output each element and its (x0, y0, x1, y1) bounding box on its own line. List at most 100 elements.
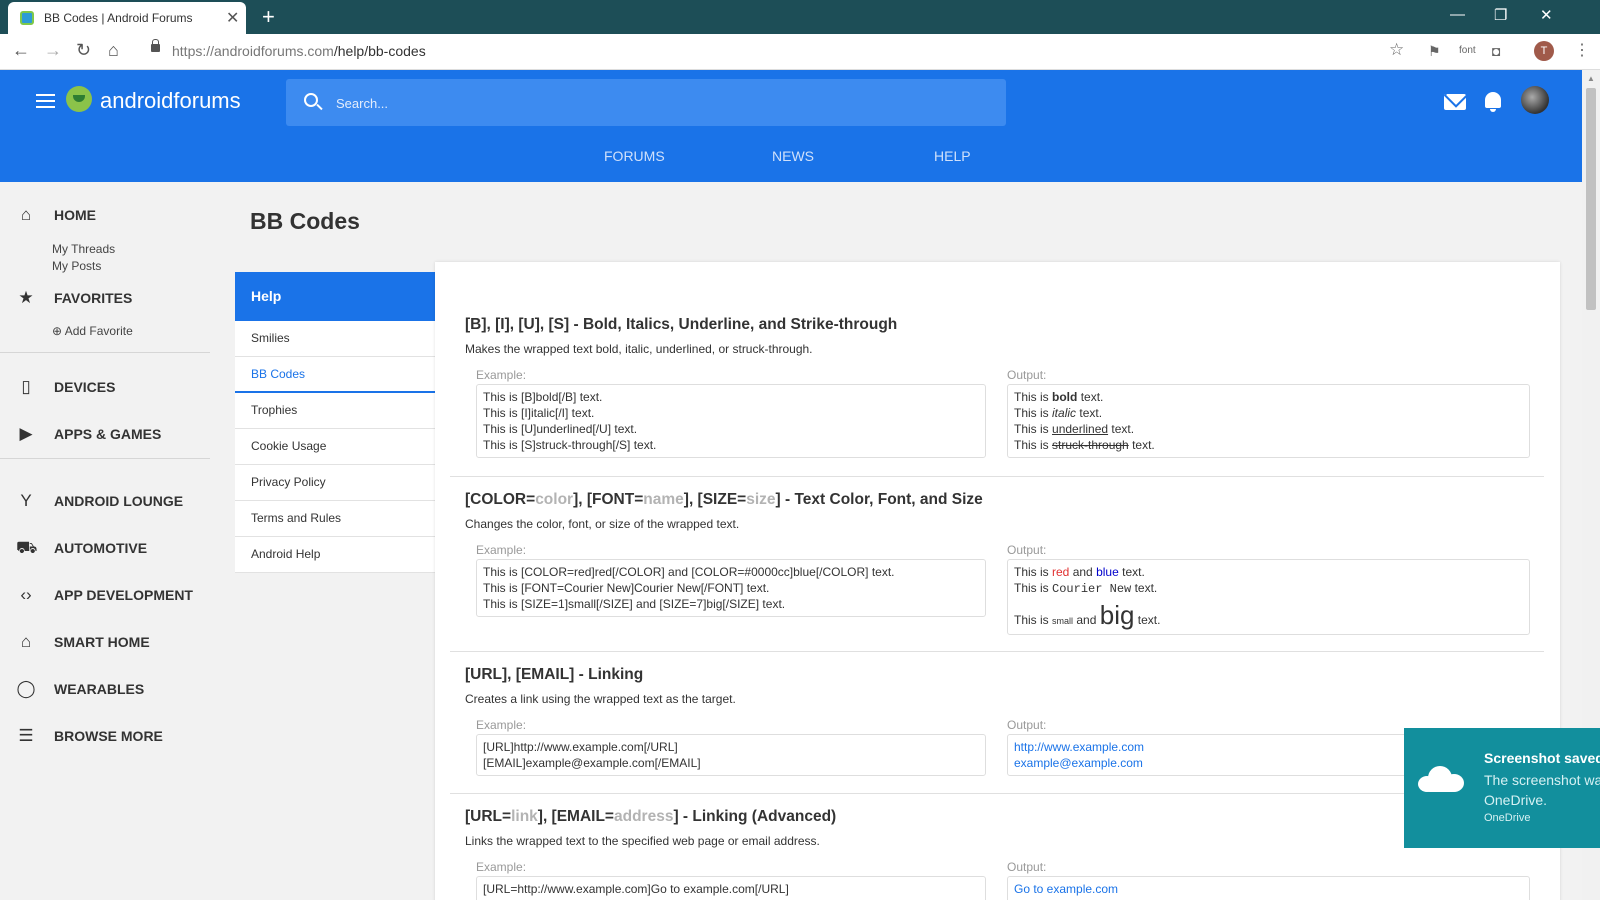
example-label: Example: (476, 860, 527, 874)
sidebar-item-android-lounge[interactable]: Y ANDROID LOUNGE (16, 489, 206, 513)
output-line: This is red and blue text. (1014, 565, 1145, 579)
example-label: Example: (476, 368, 527, 382)
bookmark-star-icon[interactable]: ☆ (1389, 40, 1404, 60)
output-line: This is bold text. (1014, 390, 1104, 404)
sidebar-item-wearables[interactable]: ◯ WEARABLES (16, 677, 206, 701)
sidebar-item-devices[interactable]: ▯ DEVICES (16, 375, 206, 399)
example-line: [URL]http://www.example.com[/URL] (483, 740, 678, 754)
nav-help[interactable]: HELP (934, 148, 971, 164)
close-window-icon[interactable]: ✕ (1540, 6, 1553, 24)
profile-avatar[interactable]: T (1534, 41, 1554, 61)
output-box: Go to example.com (1007, 876, 1530, 900)
output-link[interactable]: Go to example.com (1014, 881, 1523, 897)
help-nav-privacy-policy[interactable]: Privacy Policy (235, 465, 435, 501)
android-logo-icon[interactable] (66, 86, 92, 112)
reload-icon[interactable]: ↻ (76, 40, 91, 61)
sidebar-item-smart-home[interactable]: ⌂ SMART HOME (16, 630, 206, 654)
home-icon: ⌂ (20, 205, 32, 224)
list-icon: ☰ (18, 726, 34, 745)
search-input[interactable] (336, 92, 976, 114)
home-icon: ⌂ (20, 632, 32, 651)
url-field[interactable]: https://androidforums.com/help/bb-codes (172, 43, 426, 59)
section-description: Makes the wrapped text bold, italic, und… (465, 342, 813, 356)
example-line: This is [COLOR=red]red[/COLOR] and [COLO… (483, 565, 895, 579)
toast-app-name: OneDrive (1484, 812, 1531, 824)
close-tab-icon[interactable]: ✕ (226, 8, 239, 28)
sidebar-item-label: WEARABLES (54, 681, 145, 697)
star-icon: ★ (18, 288, 34, 307)
example-line: This is [SIZE=1]small[/SIZE] and [SIZE=7… (483, 597, 786, 611)
example-box[interactable]: [URL=http://www.example.com]Go to exampl… (476, 876, 986, 900)
sidebar-item-label: APP DEVELOPMENT (54, 587, 193, 603)
sidebar-my-posts[interactable]: My Posts (52, 259, 101, 273)
output-line: This is Courier New text. (1014, 581, 1158, 596)
output-label: Output: (1007, 718, 1047, 732)
page-title: BB Codes (250, 208, 360, 234)
sidebar-item-label: ANDROID LOUNGE (54, 493, 184, 509)
section-title: [B], [I], [U], [S] - Bold, Italics, Unde… (465, 316, 898, 333)
car-icon: ⛟ (16, 538, 38, 557)
sidebar-item-home[interactable]: ⌂ HOME (16, 203, 206, 227)
divider (0, 352, 210, 353)
output-box: This is red and blue text. This is Couri… (1007, 559, 1530, 635)
hamburger-menu-icon[interactable] (36, 94, 55, 108)
help-nav-trophies[interactable]: Trophies (235, 393, 435, 429)
site-logo[interactable]: androidforums (100, 88, 241, 114)
output-line: This is small and big text. (1014, 600, 1161, 630)
example-label: Example: (476, 718, 527, 732)
section-title: [URL=link], [EMAIL=address] - Linking (A… (465, 808, 837, 825)
example-line: This is [B]bold[/B] text. (483, 390, 603, 404)
sidebar-item-label: SMART HOME (54, 634, 150, 650)
help-nav-heading: Help (235, 272, 435, 321)
home-icon[interactable]: ⌂ (108, 40, 119, 61)
bb-section-basic: [B], [I], [U], [S] - Bold, Italics, Unde… (450, 262, 1544, 477)
output-line: This is italic text. (1014, 406, 1103, 420)
sidebar-my-threads[interactable]: My Threads (52, 242, 115, 256)
section-title: [URL], [EMAIL] - Linking (465, 666, 644, 683)
notifications-bell-icon[interactable] (1485, 92, 1501, 112)
extension-flag-icon[interactable]: ⚑ (1428, 43, 1441, 60)
new-tab-icon[interactable]: + (262, 4, 275, 30)
sidebar-item-favorites[interactable]: ★ FAVORITES (16, 286, 206, 310)
help-nav-terms-rules[interactable]: Terms and Rules (235, 501, 435, 537)
nav-forums[interactable]: FORUMS (604, 148, 665, 164)
sidebar-item-label: FAVORITES (54, 290, 133, 306)
back-icon[interactable]: ← (12, 40, 30, 61)
example-box[interactable]: This is [B]bold[/B] text. This is [I]ita… (476, 384, 986, 458)
minimize-icon[interactable]: — (1450, 6, 1465, 23)
bb-section-url-email: [URL], [EMAIL] - Linking Creates a link … (450, 652, 1544, 794)
example-box[interactable]: [URL]http://www.example.com[/URL] [EMAIL… (476, 734, 986, 776)
menu-kebab-icon[interactable]: ⋮ (1574, 40, 1590, 60)
extension-shield-icon[interactable]: ◘ (1492, 43, 1500, 59)
browser-tab[interactable]: BB Codes | Android Forums ✕ (8, 2, 246, 34)
restore-icon[interactable]: ❐ (1494, 6, 1507, 24)
nav-news[interactable]: NEWS (772, 148, 814, 164)
mail-icon[interactable] (1444, 94, 1466, 110)
help-nav-smilies[interactable]: Smilies (235, 321, 435, 357)
font-extension-icon[interactable]: font (1459, 45, 1476, 56)
tab-title: BB Codes | Android Forums (44, 11, 193, 25)
scroll-thumb[interactable] (1586, 88, 1596, 310)
cloud-icon (1418, 766, 1464, 792)
scroll-up-icon[interactable]: ▲ (1587, 74, 1595, 83)
help-nav-android-help[interactable]: Android Help (235, 537, 435, 573)
help-nav-cookie-usage[interactable]: Cookie Usage (235, 429, 435, 465)
toast-title: Screenshot saved (1484, 750, 1600, 766)
user-avatar[interactable] (1521, 86, 1549, 114)
example-line: This is [S]struck-through[/S] text. (483, 438, 657, 452)
bb-section-url-advanced: [URL=link], [EMAIL=address] - Linking (A… (450, 794, 1544, 900)
forward-icon[interactable]: → (44, 40, 62, 61)
add-favorite-link[interactable]: ⊕ Add Favorite (52, 324, 133, 338)
example-line: This is [FONT=Courier New]Courier New[/F… (483, 581, 770, 595)
phone-icon: ▯ (21, 377, 31, 396)
sidebar-item-apps-games[interactable]: ▶ APPS & GAMES (16, 422, 206, 446)
search-icon[interactable] (304, 93, 318, 107)
sidebar-item-automotive[interactable]: ⛟ AUTOMOTIVE (16, 536, 206, 560)
help-nav-bb-codes[interactable]: BB Codes (235, 357, 435, 393)
sidebar-item-label: HOME (54, 207, 96, 223)
example-box[interactable]: This is [COLOR=red]red[/COLOR] and [COLO… (476, 559, 986, 617)
search-box[interactable] (286, 79, 1006, 126)
sidebar-item-browse-more[interactable]: ☰ BROWSE MORE (16, 724, 206, 748)
sidebar-item-app-development[interactable]: ‹› APP DEVELOPMENT (16, 583, 206, 607)
onedrive-toast[interactable]: Screenshot saved The screenshot was adde… (1404, 728, 1600, 848)
